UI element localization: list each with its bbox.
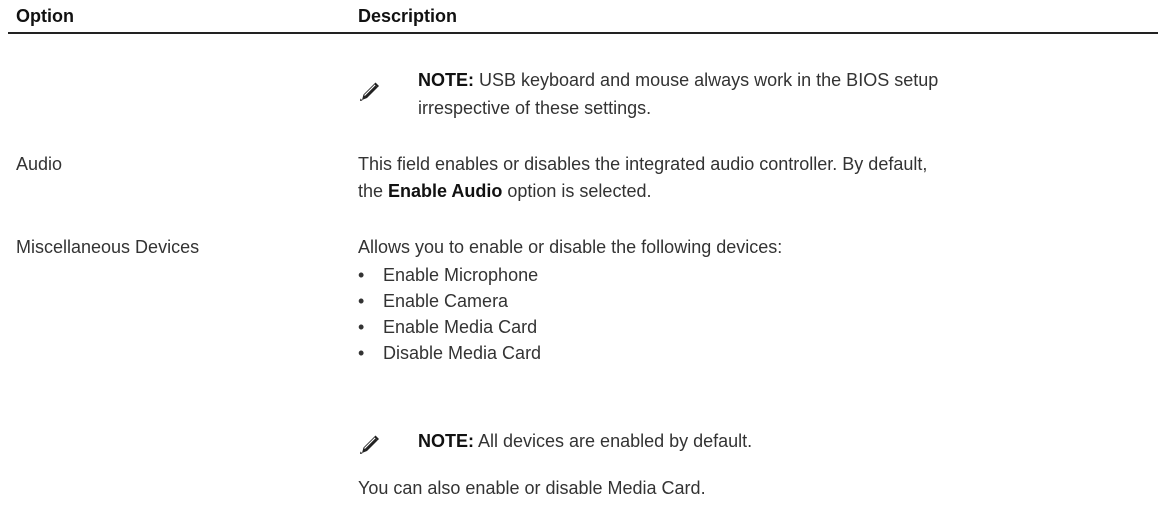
list-item-text: Disable Media Card bbox=[383, 343, 542, 363]
device-list: • Enable Microphone • Enable Camera • Enabl… bbox=[358, 262, 541, 366]
option-misc: Miscellaneous Devices bbox=[16, 237, 200, 257]
note-devices-text: All devices are enabled by default. bbox=[474, 431, 753, 451]
note-usb-line2: irrespective of these settings. bbox=[418, 98, 652, 118]
note-usb-text1: USB keyboard and mouse always work in th… bbox=[474, 70, 939, 90]
column-header-description: Description bbox=[358, 6, 458, 26]
note-label: NOTE: bbox=[418, 431, 474, 451]
audio-desc-bold: Enable Audio bbox=[388, 181, 503, 201]
table-header: Option Description bbox=[8, 0, 1158, 34]
misc-intro: Allows you to enable or disable the foll… bbox=[358, 237, 783, 257]
bullet-icon: • bbox=[358, 343, 365, 363]
audio-desc-line2: the Enable Audio option is selected. bbox=[358, 178, 651, 205]
misc-footer: You can also enable or disable Media Car… bbox=[358, 478, 706, 498]
bullet-icon: • bbox=[358, 265, 365, 285]
list-item-text: Enable Media Card bbox=[383, 317, 538, 337]
bullet-icon: • bbox=[358, 291, 365, 311]
list-item-text: Enable Microphone bbox=[383, 265, 539, 285]
list-item-text: Enable Camera bbox=[383, 291, 509, 311]
list-item: • Disable Media Card bbox=[358, 340, 541, 366]
list-item: • Enable Camera bbox=[358, 288, 541, 314]
list-item: • Enable Microphone bbox=[358, 262, 541, 288]
note-usb-line1: NOTE: USB keyboard and mouse always work… bbox=[418, 67, 938, 94]
pencil-note-icon bbox=[360, 82, 379, 101]
note-devices: NOTE: All devices are enabled by default… bbox=[418, 428, 752, 455]
audio-desc-post: option is selected. bbox=[502, 181, 652, 201]
list-item: • Enable Media Card bbox=[358, 314, 541, 340]
bullet-icon: • bbox=[358, 317, 365, 337]
audio-desc-pre: the bbox=[358, 181, 389, 201]
options-table: Option Description bbox=[8, 0, 1158, 34]
audio-desc-line1: This field enables or disables the integ… bbox=[358, 154, 928, 174]
pencil-note-icon bbox=[360, 435, 379, 454]
option-audio: Audio bbox=[16, 154, 63, 174]
column-header-option: Option bbox=[16, 6, 74, 26]
note-label: NOTE: bbox=[418, 70, 474, 90]
